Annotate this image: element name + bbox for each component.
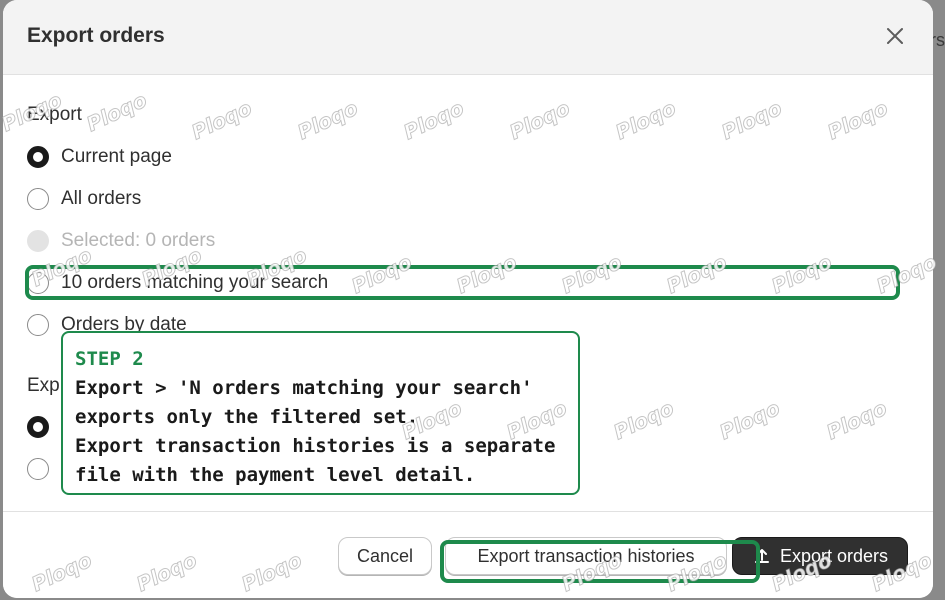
radio-label: All orders: [61, 188, 142, 209]
highlight-matching-search: [25, 265, 900, 300]
callout-line: Export > 'N orders matching your search': [75, 377, 533, 399]
close-icon: [887, 28, 903, 44]
radio-export-as-second[interactable]: [27, 454, 49, 484]
radio-selected-orders: Selected: 0 orders: [27, 226, 215, 256]
tutorial-callout: STEP 2 Export > 'N orders matching your …: [61, 331, 580, 495]
callout-line: Export transaction histories is a separa…: [75, 435, 556, 457]
radio-label: Selected: 0 orders: [61, 230, 216, 251]
export-as-section-label: Exp: [27, 375, 60, 396]
highlight-export-buttons: [440, 540, 760, 583]
export-orders-label: Export orders: [779, 545, 889, 566]
close-button[interactable]: [881, 22, 909, 50]
export-section-label: Export: [27, 104, 82, 125]
radio-button[interactable]: [27, 416, 49, 438]
radio-button[interactable]: [27, 458, 49, 480]
dialog-header: Export orders: [3, 0, 933, 75]
callout-line: exports only the filtered set.: [75, 406, 419, 428]
radio-button[interactable]: [27, 146, 49, 168]
callout-line: file with the payment level detail.: [75, 464, 476, 486]
radio-button: [27, 230, 49, 252]
radio-label: Current page: [61, 146, 172, 167]
step-label: STEP 2: [75, 348, 144, 370]
radio-all-orders[interactable]: All orders: [27, 184, 141, 214]
radio-current-page[interactable]: Current page: [27, 142, 172, 172]
radio-button[interactable]: [27, 314, 49, 336]
cancel-button[interactable]: Cancel: [338, 537, 432, 575]
radio-export-as-first[interactable]: [27, 412, 49, 442]
dialog-title: Export orders: [27, 24, 165, 47]
radio-button[interactable]: [27, 188, 49, 210]
